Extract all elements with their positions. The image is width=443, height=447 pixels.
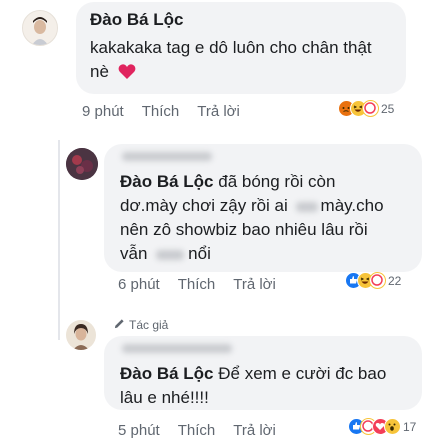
avatar[interactable] bbox=[66, 320, 96, 350]
blurred-author-name bbox=[122, 152, 212, 161]
comment-time[interactable]: 9 phút bbox=[82, 103, 124, 120]
comment-text: Đào Bá Lộc đã bóng rồi còn dơ.mày chơi z… bbox=[120, 172, 384, 263]
profile-photo-icon bbox=[23, 11, 57, 45]
comment-text: kakakaka tag e dô luôn cho chân thật nè bbox=[90, 36, 372, 87]
reply-link[interactable]: Trả lời bbox=[197, 103, 240, 120]
like-link[interactable]: Thích bbox=[142, 103, 180, 120]
profile-photo-icon bbox=[66, 148, 98, 180]
avatar[interactable] bbox=[22, 10, 58, 46]
pencil-icon bbox=[114, 318, 125, 332]
comment-3: Tác giả Đào Bá Lộc Để xem e cười đc bao … bbox=[0, 306, 443, 447]
blurred-word bbox=[156, 249, 185, 260]
reply-link[interactable]: Trả lời bbox=[233, 422, 276, 439]
avatar[interactable] bbox=[66, 148, 98, 180]
comment-author[interactable]: Đào Bá Lộc bbox=[90, 10, 184, 30]
author-badge: Tác giả bbox=[114, 318, 168, 332]
reaction-count: 25 bbox=[381, 101, 395, 116]
reaction-count: 17 bbox=[403, 419, 417, 434]
like-link[interactable]: Thích bbox=[178, 276, 216, 293]
profile-photo-icon bbox=[66, 320, 96, 350]
comment-actions: 5 phút Thích Trả lời bbox=[118, 422, 276, 439]
reply-link[interactable]: Trả lời bbox=[233, 276, 276, 293]
comment-2: Đào Bá Lộc đã bóng rồi còn dơ.mày chơi z… bbox=[0, 140, 443, 300]
like-link[interactable]: Thích bbox=[178, 422, 216, 439]
mention-link[interactable]: Đào Bá Lộc bbox=[120, 364, 214, 383]
reaction-summary[interactable]: 22 bbox=[345, 272, 401, 289]
reaction-summary[interactable]: 17 bbox=[348, 418, 416, 435]
comment-1: Đào Bá Lộc kakakaka tag e dô luôn cho ch… bbox=[0, 0, 443, 140]
comment-actions: 9 phút Thích Trả lời bbox=[82, 103, 240, 120]
blurred-word bbox=[295, 201, 318, 212]
blurred-author-name bbox=[122, 344, 232, 353]
comment-text: Đào Bá Lộc Để xem e cười đc bao lâu e nh… bbox=[120, 364, 387, 407]
comment-actions: 6 phút Thích Trả lời bbox=[118, 276, 276, 293]
reaction-count: 22 bbox=[388, 273, 402, 288]
heart-icon bbox=[118, 63, 136, 87]
mention-link[interactable]: Đào Bá Lộc bbox=[120, 172, 214, 191]
wow-reaction-icon bbox=[362, 100, 379, 117]
wow-reaction-icon bbox=[369, 272, 386, 289]
reaction-summary[interactable]: 25 bbox=[338, 100, 394, 117]
comment-time[interactable]: 6 phút bbox=[118, 276, 160, 293]
comment-time[interactable]: 5 phút bbox=[118, 422, 160, 439]
wow-face-reaction-icon bbox=[384, 418, 401, 435]
